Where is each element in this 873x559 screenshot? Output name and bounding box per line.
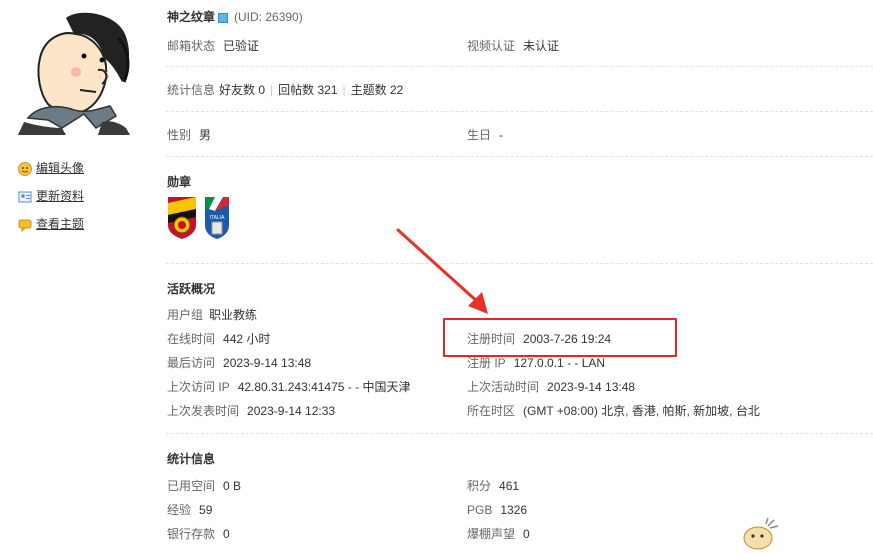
bank-deposit-value: 0 [223, 527, 230, 541]
activity-title: 活跃概况 [167, 282, 216, 296]
sidebar-item-edit-avatar[interactable]: 编辑头像 [18, 160, 84, 176]
birthday: 生日 - [467, 127, 503, 143]
gender: 性别男 [167, 127, 211, 143]
bank-deposit: 银行存款 0 [167, 526, 230, 542]
bank-deposit-label: 银行存款 [167, 527, 216, 541]
email-status-value: 已验证 [223, 39, 260, 53]
gender-value: 男 [199, 128, 212, 142]
register-ip-value: 127.0.0.1 - - LAN [513, 356, 606, 370]
last-ip: 上次访问 IP 42.80.31.243:41475 - - 中国天津 [167, 379, 410, 395]
last-visit-label: 最后访问 [167, 356, 216, 370]
credits: 积分 461 [467, 478, 519, 494]
gender-label: 性别 [167, 128, 192, 142]
birthday-label: 生日 [467, 128, 492, 142]
last-active-label: 上次活动时间 [467, 380, 540, 394]
experience-value: 59 [199, 503, 213, 517]
smiley-icon [18, 161, 32, 176]
divider [166, 263, 873, 264]
register-ip: 注册 IP 127.0.0.1 - - LAN [467, 355, 605, 371]
user-group-value[interactable]: 职业教练 [209, 308, 257, 322]
pipe-divider: | [342, 83, 346, 97]
video-status-value: 未认证 [523, 39, 560, 53]
experience-label: 经验 [167, 503, 192, 517]
online-time-value: 442 小时 [223, 332, 271, 346]
fame-label: 爆棚声望 [467, 527, 516, 541]
pgb: PGB 1326 [467, 502, 527, 518]
last-active: 上次活动时间 2023-9-14 13:48 [467, 379, 635, 395]
uid: (UID: 26390) [234, 10, 303, 24]
fame: 爆棚声望 0 [467, 526, 530, 542]
last-ip-label: 上次访问 IP [167, 380, 230, 394]
user-group-label: 用户组 [167, 308, 204, 322]
user-group: 用户组 职业教练 [167, 307, 257, 323]
experience: 经验 59 [167, 502, 212, 518]
space-used: 已用空间 0 B [167, 478, 241, 494]
birthday-value: - [499, 128, 504, 142]
divider [166, 111, 873, 112]
annotation-arrow-icon [396, 228, 488, 314]
username[interactable]: 神之纹章 [167, 10, 215, 24]
medals-title: 勋章 [167, 175, 192, 189]
italia-badge-icon[interactable]: ITALIA [203, 195, 231, 239]
register-ip-label: 注册 IP [467, 356, 506, 370]
spain-badge-icon[interactable] [166, 195, 198, 239]
last-visit: 最后访问 2023-9-14 13:48 [167, 355, 311, 371]
divider [166, 66, 873, 67]
space-used-label: 已用空间 [167, 479, 216, 493]
email-status-label: 邮箱状态 [167, 39, 216, 53]
space-used-value: 0 B [223, 479, 242, 493]
username-line: 神之纹章 (UID: 26390) [167, 9, 303, 25]
friends-count[interactable]: 好友数 0 [219, 83, 265, 97]
pipe-divider: | [270, 83, 274, 97]
pgb-value: 1326 [500, 503, 528, 517]
timezone-label: 所在时区 [467, 404, 516, 418]
last-post-label: 上次发表时间 [167, 404, 240, 418]
pgb-label: PGB [467, 503, 493, 517]
mascot-icon [743, 518, 779, 550]
video-status-label: 视频认证 [467, 39, 516, 53]
highlight-box [443, 318, 677, 357]
italia-badge-text: ITALIA [210, 215, 226, 221]
edit-avatar-link[interactable]: 编辑头像 [36, 161, 84, 175]
last-post: 上次发表时间 2023-9-14 12:33 [167, 403, 335, 419]
timezone-value: (GMT +08:00) 北京, 香港, 帕斯, 新加坡, 台北 [523, 404, 760, 418]
replies-count[interactable]: 回帖数 321 [278, 83, 337, 97]
online-time-label: 在线时间 [167, 332, 216, 346]
topics-count[interactable]: 主题数 22 [351, 83, 404, 97]
last-ip-value: 42.80.31.243:41475 - - 中国天津 [237, 380, 411, 394]
stats-summary: 统计信息 好友数 0 | 回帖数 321 | 主题数 22 [167, 82, 403, 98]
divider [166, 433, 873, 434]
sidebar-item-update-profile[interactable]: 更新资料 [18, 188, 84, 204]
last-post-value: 2023-9-14 12:33 [247, 404, 336, 418]
divider [166, 156, 873, 157]
timezone: 所在时区 (GMT +08:00) 北京, 香港, 帕斯, 新加坡, 台北 [467, 403, 760, 419]
avatar[interactable] [18, 10, 133, 135]
update-profile-link[interactable]: 更新资料 [36, 189, 84, 203]
fame-value: 0 [523, 527, 530, 541]
credits-value: 461 [499, 479, 520, 493]
last-active-value: 2023-9-14 13:48 [547, 380, 636, 394]
stats-title: 统计信息 [167, 452, 216, 466]
credits-label: 积分 [467, 479, 492, 493]
last-visit-value: 2023-9-14 13:48 [223, 356, 312, 370]
speech-bubble-icon [18, 219, 32, 232]
online-time: 在线时间 442 小时 [167, 331, 270, 347]
view-topics-link[interactable]: 查看主题 [36, 217, 84, 231]
online-status-icon [218, 12, 229, 23]
video-status: 视频认证 未认证 [467, 38, 559, 54]
profile-card-icon [18, 191, 32, 203]
sidebar-item-view-topics[interactable]: 查看主题 [18, 216, 84, 232]
email-status: 邮箱状态 已验证 [167, 38, 259, 54]
stats-summary-label: 统计信息 [167, 83, 216, 97]
